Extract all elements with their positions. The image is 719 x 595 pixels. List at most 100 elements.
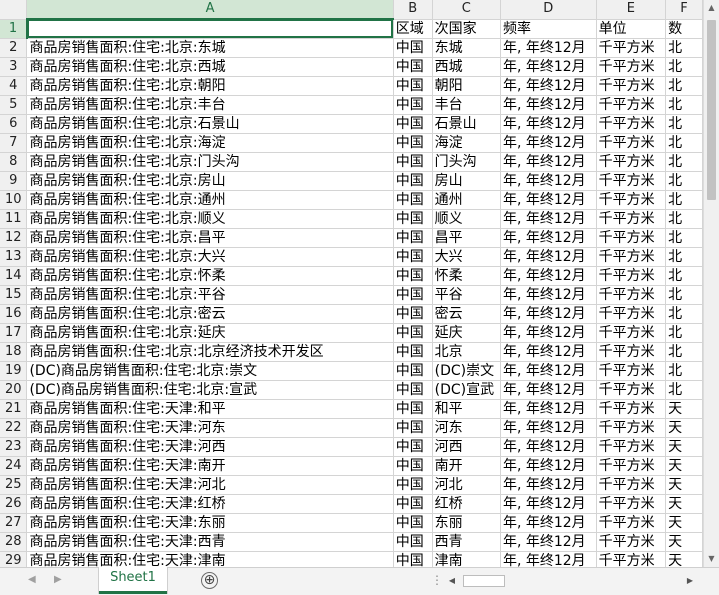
- cell[interactable]: 千平方米: [596, 38, 667, 58]
- cell[interactable]: 天: [665, 532, 703, 552]
- cell[interactable]: 河东: [432, 418, 501, 438]
- row-header[interactable]: 12: [0, 228, 28, 248]
- cell[interactable]: 千平方米: [596, 95, 667, 115]
- cell[interactable]: 中国: [393, 285, 433, 305]
- cell[interactable]: 年, 年终12月: [500, 304, 597, 324]
- cell[interactable]: 天: [665, 513, 703, 533]
- cell[interactable]: 中国: [393, 399, 433, 419]
- cell[interactable]: 千平方米: [596, 551, 667, 567]
- cell[interactable]: 昌平: [432, 228, 501, 248]
- cell[interactable]: 商品房销售面积:住宅:北京:西城: [26, 57, 394, 77]
- cell[interactable]: 年, 年终12月: [500, 361, 597, 381]
- column-header-c[interactable]: C: [432, 0, 501, 20]
- scroll-left-arrow-icon[interactable]: ◀: [444, 573, 460, 589]
- cell[interactable]: 中国: [393, 342, 433, 362]
- cell[interactable]: 单位: [596, 19, 667, 39]
- cell[interactable]: 年, 年终12月: [500, 399, 597, 419]
- cell[interactable]: 年, 年终12月: [500, 513, 597, 533]
- row-header[interactable]: 11: [0, 209, 28, 229]
- cell[interactable]: 商品房销售面积:住宅:北京:海淀: [26, 133, 394, 153]
- cell[interactable]: 中国: [393, 475, 433, 495]
- row-header[interactable]: 24: [0, 456, 28, 476]
- cell[interactable]: 天: [665, 456, 703, 476]
- cell[interactable]: 年, 年终12月: [500, 494, 597, 514]
- cell[interactable]: 北: [665, 285, 703, 305]
- cell[interactable]: 怀柔: [432, 266, 501, 286]
- row-header[interactable]: 2: [0, 38, 28, 58]
- row-header[interactable]: 29: [0, 551, 28, 567]
- scroll-right-arrow-icon[interactable]: ▶: [682, 573, 698, 589]
- cell[interactable]: 商品房销售面积:住宅:北京:石景山: [26, 114, 394, 134]
- add-sheet-icon[interactable]: ⊕: [201, 572, 218, 589]
- cell[interactable]: 商品房销售面积:住宅:天津:和平: [26, 399, 394, 419]
- cell[interactable]: 北: [665, 304, 703, 324]
- cell[interactable]: 千平方米: [596, 190, 667, 210]
- cell[interactable]: 商品房销售面积:住宅:北京:丰台: [26, 95, 394, 115]
- cell[interactable]: 商品房销售面积:住宅:北京:平谷: [26, 285, 394, 305]
- row-header[interactable]: 7: [0, 133, 28, 153]
- cell[interactable]: [26, 19, 394, 39]
- cell[interactable]: 商品房销售面积:住宅:天津:河西: [26, 437, 394, 457]
- cell[interactable]: 中国: [393, 228, 433, 248]
- cell[interactable]: 商品房销售面积:住宅:天津:红桥: [26, 494, 394, 514]
- cell[interactable]: 千平方米: [596, 171, 667, 191]
- cell[interactable]: (DC)商品房销售面积:住宅:北京:崇文: [26, 361, 394, 381]
- row-header[interactable]: 19: [0, 361, 28, 381]
- cell[interactable]: 年, 年终12月: [500, 551, 597, 567]
- cell[interactable]: 天: [665, 399, 703, 419]
- cell[interactable]: 商品房销售面积:住宅:北京:昌平: [26, 228, 394, 248]
- sheet-tab-sheet1[interactable]: Sheet1: [99, 567, 167, 594]
- horizontal-scroll-track[interactable]: [460, 575, 682, 587]
- cell[interactable]: 商品房销售面积:住宅:天津:津南: [26, 551, 394, 567]
- cell[interactable]: 年, 年终12月: [500, 190, 597, 210]
- cell[interactable]: 商品房销售面积:住宅:北京:通州: [26, 190, 394, 210]
- row-header[interactable]: 10: [0, 190, 28, 210]
- cell[interactable]: 千平方米: [596, 152, 667, 172]
- cell[interactable]: 北: [665, 114, 703, 134]
- row-header[interactable]: 9: [0, 171, 28, 191]
- cell[interactable]: (DC)商品房销售面积:住宅:北京:宣武: [26, 380, 394, 400]
- cell[interactable]: 千平方米: [596, 114, 667, 134]
- cell[interactable]: 北: [665, 209, 703, 229]
- cell[interactable]: 和平: [432, 399, 501, 419]
- cell[interactable]: 房山: [432, 171, 501, 191]
- cell[interactable]: 千平方米: [596, 456, 667, 476]
- cell-table[interactable]: A B C D E F 1 区域 次国家 频率 单位数 2 商品房销售面积:住宅:北京:东城…: [0, 0, 703, 567]
- spreadsheet-grid[interactable]: A B C D E F 1 区域 次国家 频率 单位数 2 商品房销售面积:住宅:北京:东城…: [0, 0, 703, 567]
- cell[interactable]: 中国: [393, 437, 433, 457]
- cell[interactable]: 中国: [393, 152, 433, 172]
- cell[interactable]: 密云: [432, 304, 501, 324]
- prev-sheet-arrow-icon[interactable]: ◀: [28, 574, 36, 585]
- cell[interactable]: 千平方米: [596, 399, 667, 419]
- cell[interactable]: 千平方米: [596, 513, 667, 533]
- cell[interactable]: 千平方米: [596, 266, 667, 286]
- cell[interactable]: 平谷: [432, 285, 501, 305]
- cell[interactable]: 千平方米: [596, 209, 667, 229]
- cell[interactable]: 中国: [393, 114, 433, 134]
- cell[interactable]: 北: [665, 247, 703, 267]
- row-header[interactable]: 15: [0, 285, 28, 305]
- cell[interactable]: 红桥: [432, 494, 501, 514]
- cell[interactable]: 商品房销售面积:住宅:天津:河东: [26, 418, 394, 438]
- cell[interactable]: 商品房销售面积:住宅:天津:河北: [26, 475, 394, 495]
- cell[interactable]: 西城: [432, 57, 501, 77]
- cell[interactable]: 天: [665, 494, 703, 514]
- cell[interactable]: 商品房销售面积:住宅:北京:房山: [26, 171, 394, 191]
- cell[interactable]: 商品房销售面积:住宅:北京:朝阳: [26, 76, 394, 96]
- cell[interactable]: 商品房销售面积:住宅:北京:大兴: [26, 247, 394, 267]
- row-header[interactable]: 6: [0, 114, 28, 134]
- cell[interactable]: 北: [665, 152, 703, 172]
- cell[interactable]: 千平方米: [596, 437, 667, 457]
- cell[interactable]: 东城: [432, 38, 501, 58]
- cell[interactable]: 次国家: [432, 19, 501, 39]
- cell[interactable]: 朝阳: [432, 76, 501, 96]
- cell[interactable]: 东丽: [432, 513, 501, 533]
- cell[interactable]: 年, 年终12月: [500, 133, 597, 153]
- row-header[interactable]: 4: [0, 76, 28, 96]
- cell[interactable]: 中国: [393, 418, 433, 438]
- cell[interactable]: 年, 年终12月: [500, 285, 597, 305]
- cell[interactable]: 北: [665, 190, 703, 210]
- cell[interactable]: 中国: [393, 266, 433, 286]
- cell[interactable]: 千平方米: [596, 380, 667, 400]
- cell[interactable]: 中国: [393, 361, 433, 381]
